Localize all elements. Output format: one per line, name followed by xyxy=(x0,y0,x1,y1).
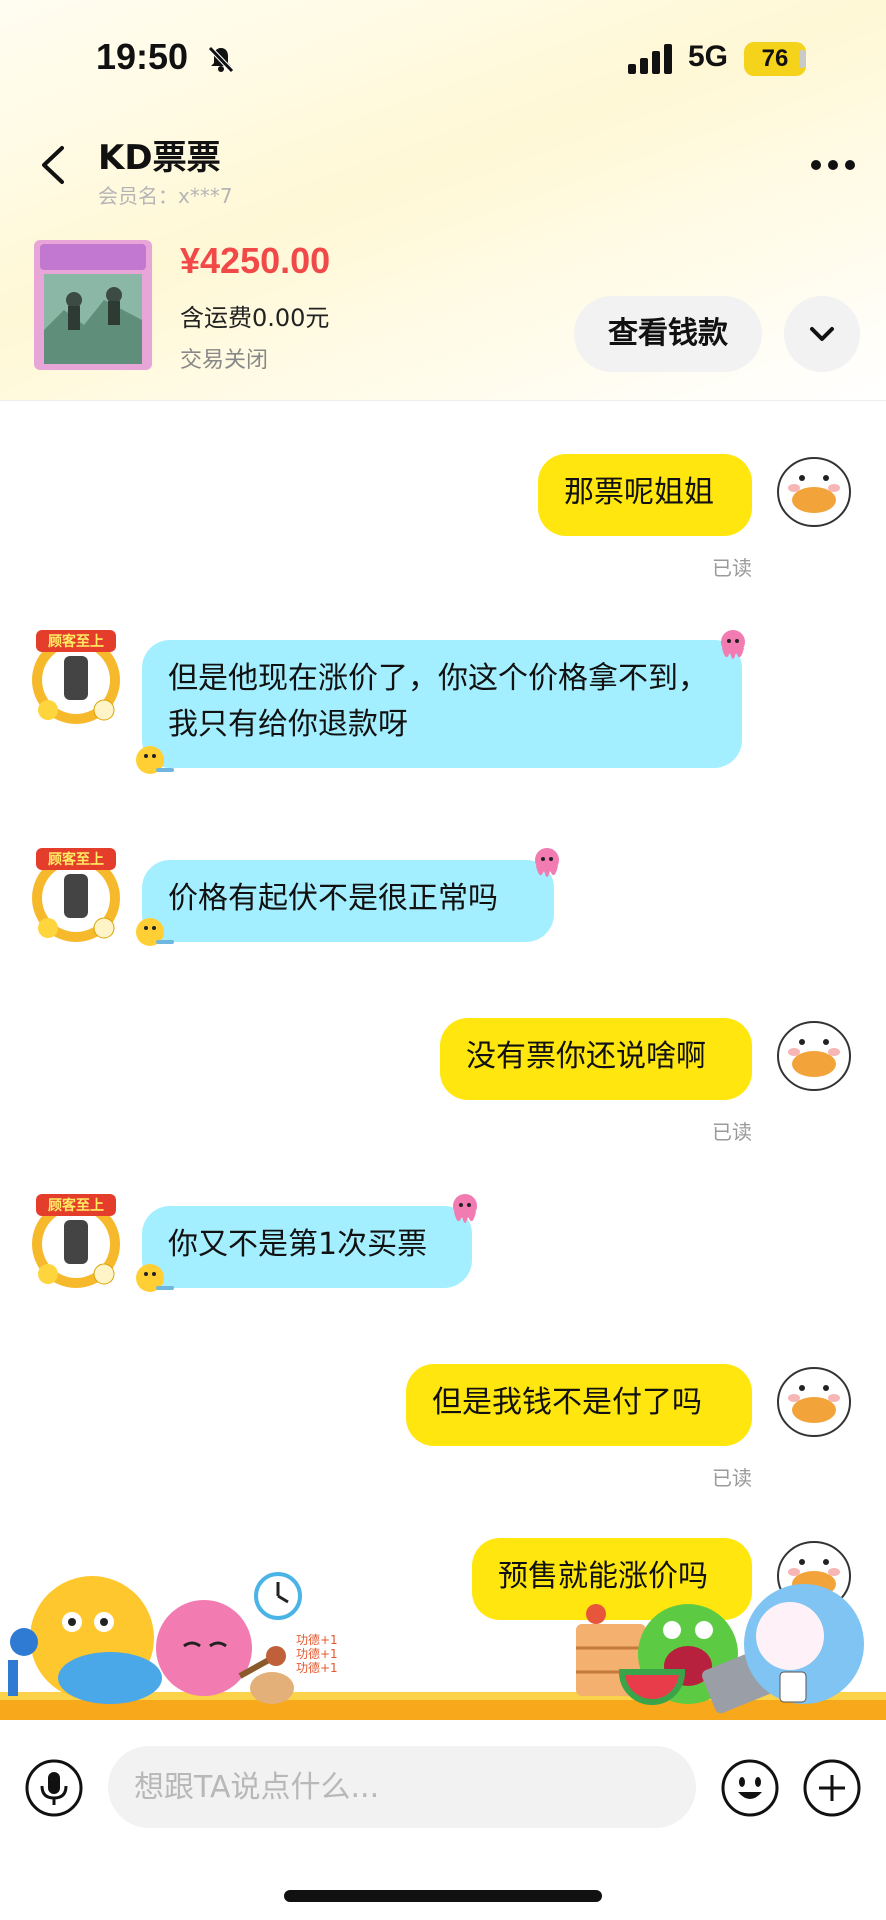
octopus-sticker-icon xyxy=(721,630,745,659)
view-payment-button[interactable]: 查看钱款 xyxy=(574,296,762,372)
bird-sticker-icon xyxy=(136,918,174,946)
plus-icon[interactable] xyxy=(802,1758,862,1818)
chat-title: KD票票 xyxy=(98,138,221,178)
badge-text: 顾客至上 xyxy=(48,1197,104,1214)
badge-text: 顾客至上 xyxy=(48,633,104,650)
network-type: 5G xyxy=(688,40,729,73)
message-bubble-theirs[interactable]: 但是他现在涨价了，你这个价格拿不到，我只有给你退款呀 xyxy=(142,640,742,768)
read-receipt: 已读 xyxy=(712,1120,752,1144)
battery-indicator: 76 xyxy=(744,42,806,76)
shop-avatar-badge[interactable]: 顾客至上 xyxy=(26,1192,126,1292)
hamster-avatar-icon[interactable] xyxy=(772,1358,856,1442)
member-name: 会员名：x***7 xyxy=(98,184,233,208)
bell-muted-icon xyxy=(208,46,234,73)
hamster-avatar-icon[interactable] xyxy=(772,1012,856,1096)
header-divider xyxy=(0,400,886,401)
emoji-icon[interactable] xyxy=(720,1758,780,1818)
more-options-icon[interactable] xyxy=(808,150,858,180)
read-receipt: 已读 xyxy=(712,1466,752,1490)
message-input[interactable] xyxy=(108,1746,696,1828)
shop-avatar-badge[interactable]: 顾客至上 xyxy=(26,846,126,946)
merit-text: 功德+1 xyxy=(296,1646,338,1661)
merit-text: 功德+1 xyxy=(296,1632,338,1647)
status-time: 19:50 xyxy=(96,36,189,77)
message-bubble-theirs[interactable]: 价格有起伏不是很正常吗 xyxy=(142,860,554,942)
merit-text: 功德+1 xyxy=(296,1660,338,1675)
battery-tip xyxy=(800,50,806,68)
message-bubble-mine[interactable]: 那票呢姐姐 xyxy=(538,454,752,536)
bird-sticker-icon xyxy=(136,1264,174,1292)
message-bubble-mine[interactable]: 没有票你还说啥啊 xyxy=(440,1018,752,1100)
octopus-sticker-icon xyxy=(535,848,559,877)
status-bar: 19:50 5G 76 xyxy=(0,0,886,120)
signal-icon xyxy=(628,44,672,74)
shop-avatar-badge[interactable]: 顾客至上 xyxy=(26,628,126,728)
message-bubble-mine[interactable]: 但是我钱不是付了吗 xyxy=(406,1364,752,1446)
message-bubble-theirs[interactable]: 你又不是第1次买票 xyxy=(142,1206,472,1288)
hamster-avatar-icon[interactable] xyxy=(772,448,856,532)
order-price: ¥4250.00 xyxy=(180,240,331,281)
octopus-sticker-icon xyxy=(453,1194,477,1223)
ticket-poster-thumbnail[interactable] xyxy=(34,240,152,370)
microphone-icon[interactable] xyxy=(24,1758,84,1818)
cartoon-decoration-banner: 功德+1 功德+1 功德+1 xyxy=(0,1572,886,1720)
order-shipping: 含运费0.00元 xyxy=(180,304,330,332)
order-status: 交易关闭 xyxy=(180,348,269,373)
chevron-down-icon[interactable] xyxy=(784,296,860,372)
home-indicator[interactable] xyxy=(284,1890,602,1902)
bird-sticker-icon xyxy=(136,746,174,774)
badge-text: 顾客至上 xyxy=(48,851,104,868)
read-receipt: 已读 xyxy=(712,556,752,580)
back-arrow-icon[interactable] xyxy=(30,140,80,190)
